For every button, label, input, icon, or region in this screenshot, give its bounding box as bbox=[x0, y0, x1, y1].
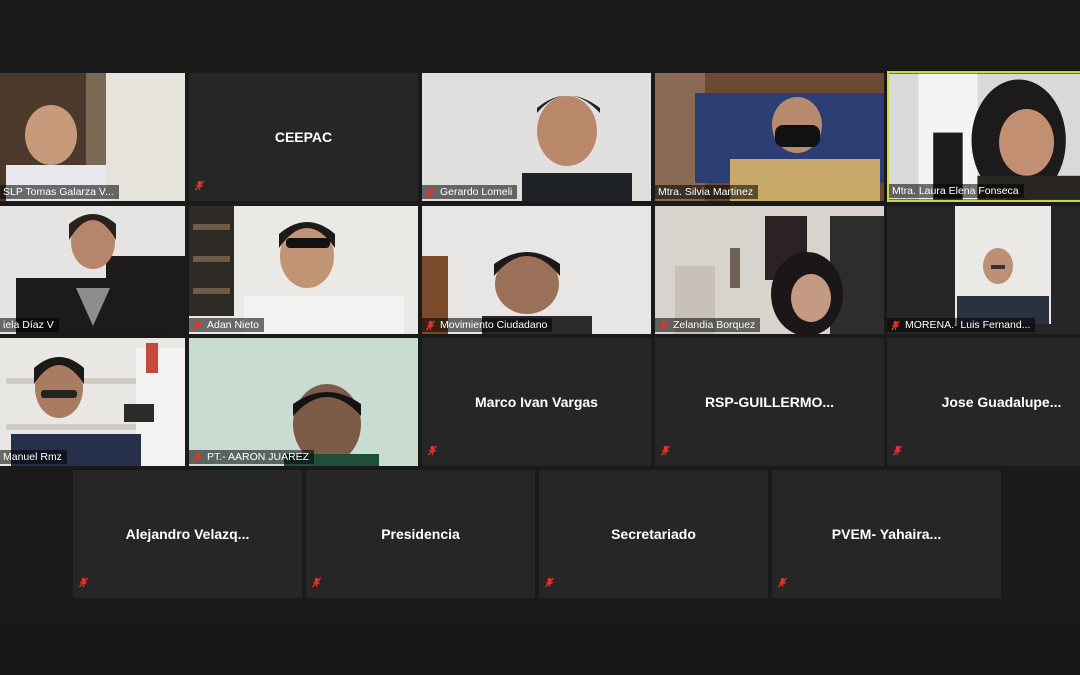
muted-microphone-icon bbox=[660, 443, 671, 461]
participant-name: Alejandro Velazq... bbox=[125, 526, 250, 542]
participant-tile[interactable]: Zelandia Borquez bbox=[655, 206, 884, 334]
participant-name-tag: MORENA.- Luis Fernand... bbox=[887, 318, 1036, 332]
participant-name-tag: Zelandia Borquez bbox=[655, 318, 761, 332]
muted-microphone-icon bbox=[777, 575, 788, 593]
participant-name: Manuel Rmz bbox=[3, 451, 62, 463]
participant-video bbox=[889, 73, 1080, 200]
participant-name: Mtra. Laura Elena Fonseca bbox=[892, 185, 1019, 197]
participant-tile[interactable]: Marco Ivan Vargas bbox=[422, 338, 651, 466]
muted-microphone-icon bbox=[194, 178, 205, 196]
active-speaker-tile[interactable]: Mtra. Laura Elena Fonseca bbox=[887, 71, 1080, 202]
participant-tile[interactable]: RSP-GUILLERMO... bbox=[655, 338, 884, 466]
muted-microphone-icon bbox=[425, 187, 436, 198]
participant-name-tag: Movimiento Ciudadano bbox=[422, 318, 553, 332]
participant-name: Mtra. Silvia Martinez bbox=[658, 186, 754, 198]
participant-tile[interactable]: Movimiento Ciudadano bbox=[422, 206, 651, 334]
participant-name: iela Díaz V bbox=[3, 319, 54, 331]
participant-tile[interactable]: Manuel Rmz bbox=[0, 338, 185, 466]
participant-name: PVEM- Yahaira... bbox=[831, 526, 942, 542]
participant-tile[interactable]: SLP Tomas Galarza V... bbox=[0, 73, 185, 201]
participant-tile[interactable]: MORENA.- Luis Fernand... bbox=[887, 206, 1080, 334]
participant-video bbox=[887, 206, 1080, 334]
muted-microphone-icon bbox=[425, 320, 436, 331]
participant-name-tag: Manuel Rmz bbox=[0, 450, 67, 464]
muted-microphone-icon bbox=[890, 320, 901, 331]
participant-tile[interactable]: PVEM- Yahaira... bbox=[772, 470, 1001, 598]
muted-microphone-icon bbox=[544, 575, 555, 593]
muted-microphone-icon bbox=[311, 575, 322, 593]
participant-tile[interactable]: Jose Guadalupe... bbox=[887, 338, 1080, 466]
participant-video bbox=[189, 206, 418, 334]
participant-name: Gerardo Lomeli bbox=[440, 186, 513, 198]
participant-name: Movimiento Ciudadano bbox=[440, 319, 548, 331]
participant-name: Adan Nieto bbox=[207, 319, 259, 331]
muted-microphone-icon bbox=[78, 575, 89, 593]
muted-microphone-icon bbox=[658, 320, 669, 331]
participant-name: Jose Guadalupe... bbox=[941, 394, 1062, 410]
participant-name: MORENA.- Luis Fernand... bbox=[905, 319, 1031, 331]
muted-microphone-icon bbox=[892, 443, 903, 461]
participant-video bbox=[189, 338, 418, 466]
participant-video bbox=[422, 73, 651, 201]
participant-video bbox=[422, 206, 651, 334]
muted-microphone-icon bbox=[192, 452, 203, 463]
participant-name: Zelandia Borquez bbox=[673, 319, 756, 331]
participant-name-tag: PT.- AARON JUAREZ bbox=[189, 450, 315, 464]
meeting-toolbar bbox=[0, 623, 1080, 675]
participant-name: SLP Tomas Galarza V... bbox=[3, 186, 114, 198]
participant-name-tag: Mtra. Silvia Martinez bbox=[655, 185, 759, 199]
participant-tile[interactable]: PT.- AARON JUAREZ bbox=[189, 338, 418, 466]
participant-tile[interactable]: iela Díaz V bbox=[0, 206, 185, 334]
participant-tile[interactable]: Gerardo Lomeli bbox=[422, 73, 651, 201]
participant-name: Marco Ivan Vargas bbox=[475, 394, 598, 410]
participant-video bbox=[655, 73, 884, 201]
participant-name: Secretariado bbox=[611, 526, 696, 542]
participant-name-tag: Gerardo Lomeli bbox=[422, 185, 518, 199]
participant-tile[interactable]: Secretariado bbox=[539, 470, 768, 598]
participant-video bbox=[655, 206, 884, 334]
participant-tile[interactable]: Mtra. Silvia Martinez bbox=[655, 73, 884, 201]
participant-name-tag: Mtra. Laura Elena Fonseca bbox=[889, 184, 1024, 198]
participant-name: RSP-GUILLERMO... bbox=[704, 394, 835, 410]
participant-video bbox=[0, 73, 185, 201]
participant-tile[interactable]: CEEPAC bbox=[189, 73, 418, 201]
participant-name-tag: Adan Nieto bbox=[189, 318, 264, 332]
participant-name: PT.- AARON JUAREZ bbox=[207, 451, 310, 463]
participant-video bbox=[0, 206, 185, 334]
participant-video bbox=[0, 338, 185, 466]
participant-tile[interactable]: Alejandro Velazq... bbox=[73, 470, 302, 598]
participant-tile[interactable]: Presidencia bbox=[306, 470, 535, 598]
participant-name: Presidencia bbox=[381, 526, 460, 542]
muted-microphone-icon bbox=[427, 443, 438, 461]
participant-tile[interactable]: Adan Nieto bbox=[189, 206, 418, 334]
participant-name: CEEPAC bbox=[274, 129, 333, 145]
participant-name-tag: iela Díaz V bbox=[0, 318, 59, 332]
muted-microphone-icon bbox=[192, 320, 203, 331]
participant-name-tag: SLP Tomas Galarza V... bbox=[0, 185, 119, 199]
